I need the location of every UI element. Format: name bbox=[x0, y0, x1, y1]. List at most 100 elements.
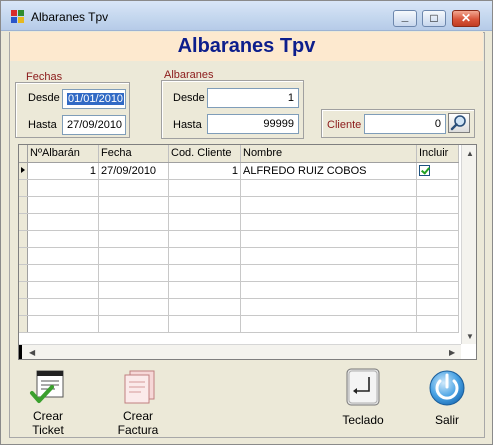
cell-fecha[interactable] bbox=[98, 298, 169, 316]
scroll-right-arrow-icon[interactable]: ▶ bbox=[449, 348, 455, 357]
table-row-empty[interactable] bbox=[19, 315, 459, 333]
cell-incluir[interactable] bbox=[416, 247, 459, 265]
cell-nombre[interactable] bbox=[240, 213, 417, 231]
cell-incluir[interactable] bbox=[416, 298, 459, 316]
cell-incluir[interactable] bbox=[416, 162, 459, 180]
cell-albaran[interactable] bbox=[27, 315, 99, 333]
row-indicator-header bbox=[19, 145, 28, 163]
cell-cod-cliente[interactable] bbox=[168, 196, 241, 214]
search-icon bbox=[450, 115, 466, 131]
cell-incluir[interactable] bbox=[416, 264, 459, 282]
albaran-hasta-field[interactable]: 99999 bbox=[207, 114, 299, 134]
cell-albaran[interactable] bbox=[27, 281, 99, 299]
row-indicator bbox=[19, 298, 28, 316]
scroll-up-arrow-icon[interactable]: ▲ bbox=[466, 149, 474, 158]
column-header-nombre[interactable]: Nombre bbox=[240, 145, 417, 163]
cliente-field[interactable]: 0 bbox=[364, 114, 446, 134]
cell-cod-cliente[interactable] bbox=[168, 213, 241, 231]
scroll-down-arrow-icon[interactable]: ▼ bbox=[466, 332, 474, 341]
cell-incluir[interactable] bbox=[416, 179, 459, 197]
maximize-button[interactable]: □ bbox=[422, 10, 446, 27]
table-row-empty[interactable] bbox=[19, 230, 459, 248]
fechas-desde-label: Desde bbox=[28, 92, 60, 104]
title-bar[interactable]: Albaranes Tpv _ □ ✕ bbox=[1, 1, 492, 31]
cell-fecha[interactable] bbox=[98, 315, 169, 333]
row-indicator bbox=[19, 247, 28, 265]
cell-nombre[interactable] bbox=[240, 247, 417, 265]
cell-cod-cliente[interactable]: 1 bbox=[168, 162, 241, 180]
cell-albaran[interactable] bbox=[27, 196, 99, 214]
cell-cod-cliente[interactable] bbox=[168, 315, 241, 333]
cell-nombre[interactable] bbox=[240, 264, 417, 282]
cell-incluir[interactable] bbox=[416, 315, 459, 333]
cell-fecha[interactable]: 27/09/2010 bbox=[98, 162, 169, 180]
invoice-icon bbox=[118, 367, 158, 407]
cell-albaran[interactable] bbox=[27, 213, 99, 231]
cell-incluir[interactable] bbox=[416, 230, 459, 248]
cell-incluir[interactable] bbox=[416, 281, 459, 299]
cell-albaran[interactable] bbox=[27, 264, 99, 282]
ticket-icon bbox=[28, 367, 68, 407]
column-header-fecha[interactable]: Fecha bbox=[98, 145, 169, 163]
cell-incluir[interactable] bbox=[416, 213, 459, 231]
cell-fecha[interactable] bbox=[98, 247, 169, 265]
table-row-empty[interactable] bbox=[19, 247, 459, 265]
table-row[interactable]: 1 27/09/2010 1 ALFREDO RUIZ COBOS bbox=[19, 162, 459, 180]
table-row-empty[interactable] bbox=[19, 298, 459, 316]
table-row-empty[interactable] bbox=[19, 264, 459, 282]
table-row-empty[interactable] bbox=[19, 281, 459, 299]
incluir-checkbox[interactable] bbox=[419, 165, 430, 177]
salir-button[interactable]: Salir bbox=[421, 367, 473, 427]
cell-albaran[interactable]: 1 bbox=[27, 162, 99, 180]
horizontal-scrollbar[interactable]: ◀ ▶ bbox=[19, 344, 461, 359]
salir-label: Salir bbox=[434, 413, 459, 427]
power-icon bbox=[427, 367, 467, 407]
albaranes-desde-label: Desde bbox=[173, 92, 205, 104]
cell-fecha[interactable] bbox=[98, 196, 169, 214]
table-row-empty[interactable] bbox=[19, 196, 459, 214]
cell-cod-cliente[interactable] bbox=[168, 281, 241, 299]
albaranes-grid[interactable]: NºAlbarán Fecha Cod. Cliente Nombre Incl… bbox=[18, 144, 477, 360]
scroll-left-arrow-icon[interactable]: ◀ bbox=[29, 348, 35, 357]
cell-fecha[interactable] bbox=[98, 230, 169, 248]
teclado-button[interactable]: Teclado bbox=[337, 367, 389, 427]
cell-cod-cliente[interactable] bbox=[168, 179, 241, 197]
cell-cod-cliente[interactable] bbox=[168, 247, 241, 265]
cell-albaran[interactable] bbox=[27, 179, 99, 197]
fecha-hasta-field[interactable]: 27/09/2010 bbox=[62, 115, 126, 135]
column-header-cod-cliente[interactable]: Cod. Cliente bbox=[168, 145, 241, 163]
crear-ticket-button[interactable]: Crear Ticket bbox=[21, 367, 75, 437]
cell-cod-cliente[interactable] bbox=[168, 230, 241, 248]
cell-incluir[interactable] bbox=[416, 196, 459, 214]
minimize-button[interactable]: _ bbox=[393, 10, 417, 27]
column-header-albaran[interactable]: NºAlbarán bbox=[27, 145, 99, 163]
cell-nombre[interactable] bbox=[240, 298, 417, 316]
cell-albaran[interactable] bbox=[27, 230, 99, 248]
cell-fecha[interactable] bbox=[98, 281, 169, 299]
cell-cod-cliente[interactable] bbox=[168, 298, 241, 316]
fecha-desde-field[interactable]: 01/01/2010 bbox=[62, 89, 126, 109]
cell-nombre[interactable] bbox=[240, 230, 417, 248]
cell-cod-cliente[interactable] bbox=[168, 264, 241, 282]
table-row-empty[interactable] bbox=[19, 179, 459, 197]
cell-albaran[interactable] bbox=[27, 298, 99, 316]
cell-nombre[interactable] bbox=[240, 179, 417, 197]
cell-nombre[interactable] bbox=[240, 196, 417, 214]
window-title: Albaranes Tpv bbox=[31, 10, 109, 24]
scroll-thumb[interactable] bbox=[19, 345, 22, 359]
close-button[interactable]: ✕ bbox=[452, 10, 480, 27]
search-cliente-button[interactable] bbox=[448, 113, 470, 133]
table-row-empty[interactable] bbox=[19, 213, 459, 231]
cell-albaran[interactable] bbox=[27, 247, 99, 265]
cell-nombre[interactable]: ALFREDO RUIZ COBOS bbox=[240, 162, 417, 180]
column-header-incluir[interactable]: Incluir bbox=[416, 145, 459, 163]
cell-fecha[interactable] bbox=[98, 179, 169, 197]
cell-nombre[interactable] bbox=[240, 281, 417, 299]
cell-fecha[interactable] bbox=[98, 264, 169, 282]
cell-fecha[interactable] bbox=[98, 213, 169, 231]
albaran-desde-field[interactable]: 1 bbox=[207, 88, 299, 108]
cell-nombre[interactable] bbox=[240, 315, 417, 333]
vertical-scrollbar[interactable]: ▲ ▼ bbox=[461, 145, 476, 344]
row-indicator bbox=[19, 179, 28, 197]
crear-factura-button[interactable]: Crear Factura bbox=[111, 367, 165, 437]
